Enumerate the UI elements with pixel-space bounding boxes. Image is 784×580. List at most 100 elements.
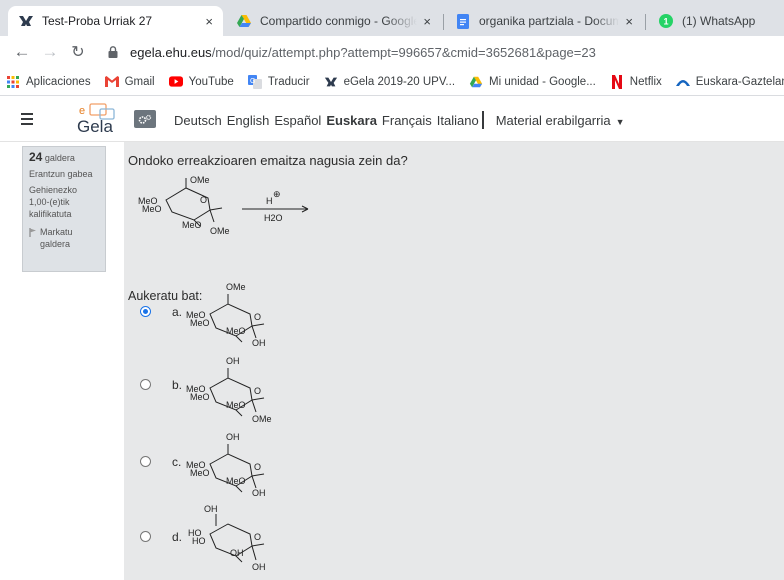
substituent-ring: MeO xyxy=(226,326,246,336)
substituent-anomeric: OH xyxy=(252,562,266,572)
option-d-label: d. xyxy=(172,530,183,544)
substituent-left-lower: MeO xyxy=(190,318,210,328)
option-d-structure: OH HO HO O OH OH xyxy=(188,504,266,572)
material-menu[interactable]: Material erabilgarria ▼ xyxy=(496,113,625,128)
tab-title: Compartido conmigo - Google D xyxy=(260,14,418,28)
substituent-top: OH xyxy=(204,504,218,514)
bookmark-label: Gmail xyxy=(124,75,155,88)
question-number-label: galdera xyxy=(44,153,75,163)
bookmark-gmail[interactable]: Gmail xyxy=(104,75,155,89)
substituent-anomeric: OMe xyxy=(210,226,230,236)
substituent-anomeric: OMe xyxy=(252,414,272,424)
close-icon[interactable]: × xyxy=(205,14,213,29)
question-text: Ondoko erreakzioaren emaitza nagusia zei… xyxy=(128,153,408,168)
bookmark-label: Mi unidad - Google... xyxy=(489,75,596,88)
question-number: 24 xyxy=(29,150,43,164)
lang-espanol[interactable]: Español xyxy=(274,113,321,128)
substituent-ring: MeO xyxy=(226,476,246,486)
flag-label: Markatu galdera xyxy=(40,227,73,249)
option-a-radio[interactable] xyxy=(140,306,151,317)
bookmarks-bar: Aplicaciones Gmail YouTube G Traducir eG… xyxy=(0,68,784,96)
browser-toolbar: ← → ↻ egela.ehu.eus/mod/quiz/attempt.php… xyxy=(0,36,784,68)
apps-grid-icon xyxy=(6,75,20,89)
reload-icon[interactable]: ↻ xyxy=(64,38,92,66)
question-info-box: 24 galdera Erantzun gabea Gehienezko 1,0… xyxy=(22,146,106,272)
reaction-scheme: OMe MeO MeO O MeO OMe H ⊕ H2O xyxy=(138,175,309,236)
lang-francais[interactable]: Français xyxy=(382,113,432,128)
lang-english[interactable]: English xyxy=(227,113,270,128)
substituent-left-lower: HO xyxy=(192,536,206,546)
drive-icon xyxy=(236,13,252,29)
question-status: Erantzun gabea xyxy=(29,169,93,179)
tab-title: organika partziala - Documentos xyxy=(479,14,620,28)
bookmark-label: Euskara-Gaztelania... xyxy=(695,75,784,88)
substituent-top: OH xyxy=(226,356,240,366)
euskara-icon xyxy=(675,75,690,89)
whatsapp-badge-count: 1 xyxy=(663,17,668,27)
lang-deutsch[interactable]: Deutsch xyxy=(174,113,222,128)
lang-euskara[interactable]: Euskara xyxy=(326,113,377,128)
question-marks: Gehienezko 1,00-(e)tik kalifikatuta xyxy=(29,185,78,219)
radio-button[interactable] xyxy=(140,456,151,467)
tab-separator xyxy=(443,14,444,30)
substituent-ring: OH xyxy=(230,548,244,558)
bookmark-label: Netflix xyxy=(629,75,662,88)
site-navbar: e Gela Deutsch English Español Euskara F… xyxy=(0,96,784,142)
reagent-charge: ⊕ xyxy=(273,189,281,199)
tab-whatsapp[interactable]: 1 (1) WhatsApp xyxy=(648,6,784,36)
bookmark-apps[interactable]: Aplicaciones xyxy=(6,75,91,89)
substituent-top: OMe xyxy=(226,282,246,292)
option-b-structure: OH MeO MeO O MeO OMe xyxy=(186,356,272,424)
svg-text:G: G xyxy=(250,78,255,85)
bookmark-euskara[interactable]: Euskara-Gaztelania... xyxy=(675,75,784,89)
ring-oxygen-label: O xyxy=(254,532,261,542)
option-c-radio[interactable] xyxy=(140,456,151,467)
option-d-radio[interactable] xyxy=(140,531,151,542)
flag-question-link[interactable]: Markatu galdera xyxy=(29,226,99,250)
close-icon[interactable]: × xyxy=(625,14,633,29)
whatsapp-badge-icon: 1 xyxy=(658,13,674,29)
substituent-anomeric: OH xyxy=(252,488,266,498)
radio-button[interactable] xyxy=(140,306,151,317)
ring-oxygen-label: O xyxy=(254,386,261,396)
tab-test-proba[interactable]: Test-Proba Urriak 27 × xyxy=(8,6,223,36)
substituent-top: OH xyxy=(226,432,240,442)
url-path: /mod/quiz/attempt.php?attempt=996657&cmi… xyxy=(211,44,596,60)
forward-arrow-icon[interactable]: → xyxy=(36,38,64,66)
bookmark-youtube[interactable]: YouTube xyxy=(168,75,234,89)
ring-oxygen-label: O xyxy=(254,312,261,322)
tab-organika[interactable]: organika partziala - Documentos × xyxy=(445,6,643,36)
menu-hamburger-icon[interactable] xyxy=(16,108,38,130)
bookmark-egela[interactable]: eGela 2019-20 UPV... xyxy=(324,75,455,89)
bookmark-netflix[interactable]: Netflix xyxy=(610,74,662,89)
bookmark-traducir[interactable]: G Traducir xyxy=(247,74,310,89)
radio-button[interactable] xyxy=(140,379,151,390)
egela-logo[interactable]: e Gela xyxy=(74,100,130,136)
tab-title: (1) WhatsApp xyxy=(682,14,756,28)
address-bar[interactable]: egela.ehu.eus/mod/quiz/attempt.php?attem… xyxy=(108,40,784,64)
lock-icon xyxy=(108,46,122,58)
translate-icon: G xyxy=(247,74,262,89)
option-c-structure: OH MeO MeO O MeO OH xyxy=(186,432,266,498)
bookmark-label: eGela 2019-20 UPV... xyxy=(343,75,456,88)
radio-button[interactable] xyxy=(140,531,151,542)
back-arrow-icon[interactable]: ← xyxy=(8,38,36,66)
drive-icon xyxy=(469,75,483,89)
url-host: egela.ehu.eus xyxy=(130,44,212,60)
bookmark-label: Traducir xyxy=(267,75,310,88)
option-c-label: c. xyxy=(172,455,182,469)
substituent-top: OMe xyxy=(190,175,210,185)
egela-icon xyxy=(18,13,34,29)
flag-icon xyxy=(29,228,37,240)
close-icon[interactable]: × xyxy=(423,14,431,29)
substituent-left-lower: MeO xyxy=(190,468,210,478)
bookmark-drive[interactable]: Mi unidad - Google... xyxy=(469,75,596,89)
lang-italiano[interactable]: Italiano xyxy=(437,113,479,128)
gmail-icon xyxy=(104,75,119,89)
cogs-icon[interactable] xyxy=(134,110,156,128)
reagent-h: H xyxy=(266,196,273,206)
option-b-radio[interactable] xyxy=(140,379,151,390)
substituent-ring: MeO xyxy=(182,220,202,230)
logo-e: e xyxy=(79,105,85,117)
tab-compartido[interactable]: Compartido conmigo - Google D × xyxy=(226,6,441,36)
